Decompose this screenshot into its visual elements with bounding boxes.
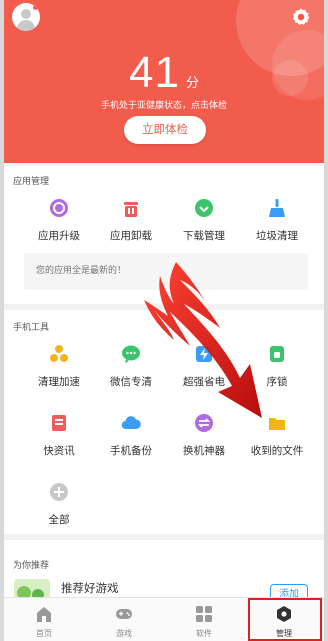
tool-quick-news[interactable]: 快资讯 — [19, 410, 99, 458]
tool-phone-backup[interactable]: 手机备份 — [91, 410, 171, 458]
score-value: 41 — [129, 48, 180, 97]
plus-icon — [50, 483, 68, 501]
tool-label: 换机神器 — [183, 445, 225, 457]
notification-dot — [32, 4, 39, 11]
avatar-body — [17, 20, 35, 31]
section-title-phone-tools: 手机工具 — [13, 323, 50, 333]
avatar[interactable] — [12, 3, 40, 31]
download-icon — [195, 199, 213, 217]
recommend-item-title[interactable]: 推荐好游戏 — [61, 580, 119, 596]
score-unit: 分 — [185, 76, 199, 91]
tool-label: 收到的文件 — [250, 445, 304, 457]
tool-app-upgrade[interactable]: 应用升级 — [19, 195, 99, 243]
tool-label: 垃圾清理 — [256, 230, 298, 242]
apps-icon — [196, 606, 212, 622]
tool-label: 清理加速 — [38, 376, 80, 388]
tool-wechat-clean[interactable]: 微信专清 — [91, 341, 171, 389]
tool-label: 应用卸载 — [110, 230, 152, 242]
news-icon — [52, 415, 66, 431]
tool-label: 下载管理 — [183, 230, 225, 242]
app-lock-icon — [270, 346, 284, 362]
cloud-icon — [121, 416, 141, 430]
tool-junk-clean[interactable]: 垃圾清理 — [237, 195, 317, 243]
avatar-head — [21, 9, 31, 19]
tool-download-manager[interactable]: 下载管理 — [164, 195, 244, 243]
tool-clean-accelerate[interactable]: 清理加速 — [19, 341, 99, 389]
nav-software[interactable]: 软件 — [164, 598, 244, 641]
tool-phone-switch[interactable]: 换机神器 — [164, 410, 244, 458]
phone-screen: 41 分 手机处于亚健康状态，点击体检 立即体检 应用管理 应用升级 应用卸载 下… — [0, 0, 328, 641]
folder-icon — [269, 418, 285, 430]
tool-label: 超强省电 — [183, 376, 225, 388]
tool-app-lock[interactable]: 序锁 — [237, 341, 317, 389]
health-score: 41 分 — [4, 48, 324, 98]
tool-app-uninstall[interactable]: 应用卸载 — [91, 195, 171, 243]
broom-icon — [269, 199, 285, 217]
fan-icon — [50, 345, 68, 362]
tool-all[interactable]: 全部 — [19, 479, 99, 527]
update-notice: 您的应用全是最新的！ — [24, 253, 308, 290]
highlight-box — [248, 598, 322, 641]
nav-label: 首页 — [36, 629, 52, 638]
nav-home[interactable]: 首页 — [4, 598, 84, 641]
tool-label: 序锁 — [266, 376, 288, 388]
check-now-button[interactable]: 立即体检 — [124, 116, 206, 144]
health-status-text[interactable]: 手机处于亚健康状态，点击体检 — [4, 98, 324, 111]
tool-label: 快资讯 — [43, 445, 75, 457]
health-header: 41 分 手机处于亚健康状态，点击体检 立即体检 — [4, 0, 324, 163]
tool-power-saving[interactable]: 超强省电 — [164, 341, 244, 389]
tool-label: 应用升级 — [38, 230, 80, 242]
gear-icon[interactable] — [291, 7, 311, 27]
nav-label: 游戏 — [116, 629, 132, 638]
tool-received-files[interactable]: 收到的文件 — [237, 410, 317, 458]
upgrade-icon — [50, 199, 68, 217]
tool-label: 全部 — [48, 514, 70, 526]
wechat-icon — [122, 345, 140, 363]
swap-icon — [195, 414, 213, 432]
gamepad-icon — [116, 609, 132, 619]
section-title-recommend: 为你推荐 — [13, 561, 50, 571]
nav-games[interactable]: 游戏 — [84, 598, 164, 641]
uninstall-icon — [124, 202, 138, 217]
section-title-app-management: 应用管理 — [13, 177, 50, 187]
battery-icon — [196, 346, 212, 362]
tool-label: 手机备份 — [110, 445, 152, 457]
nav-label: 软件 — [196, 629, 212, 638]
home-icon — [37, 607, 51, 622]
tool-label: 微信专清 — [110, 376, 152, 388]
